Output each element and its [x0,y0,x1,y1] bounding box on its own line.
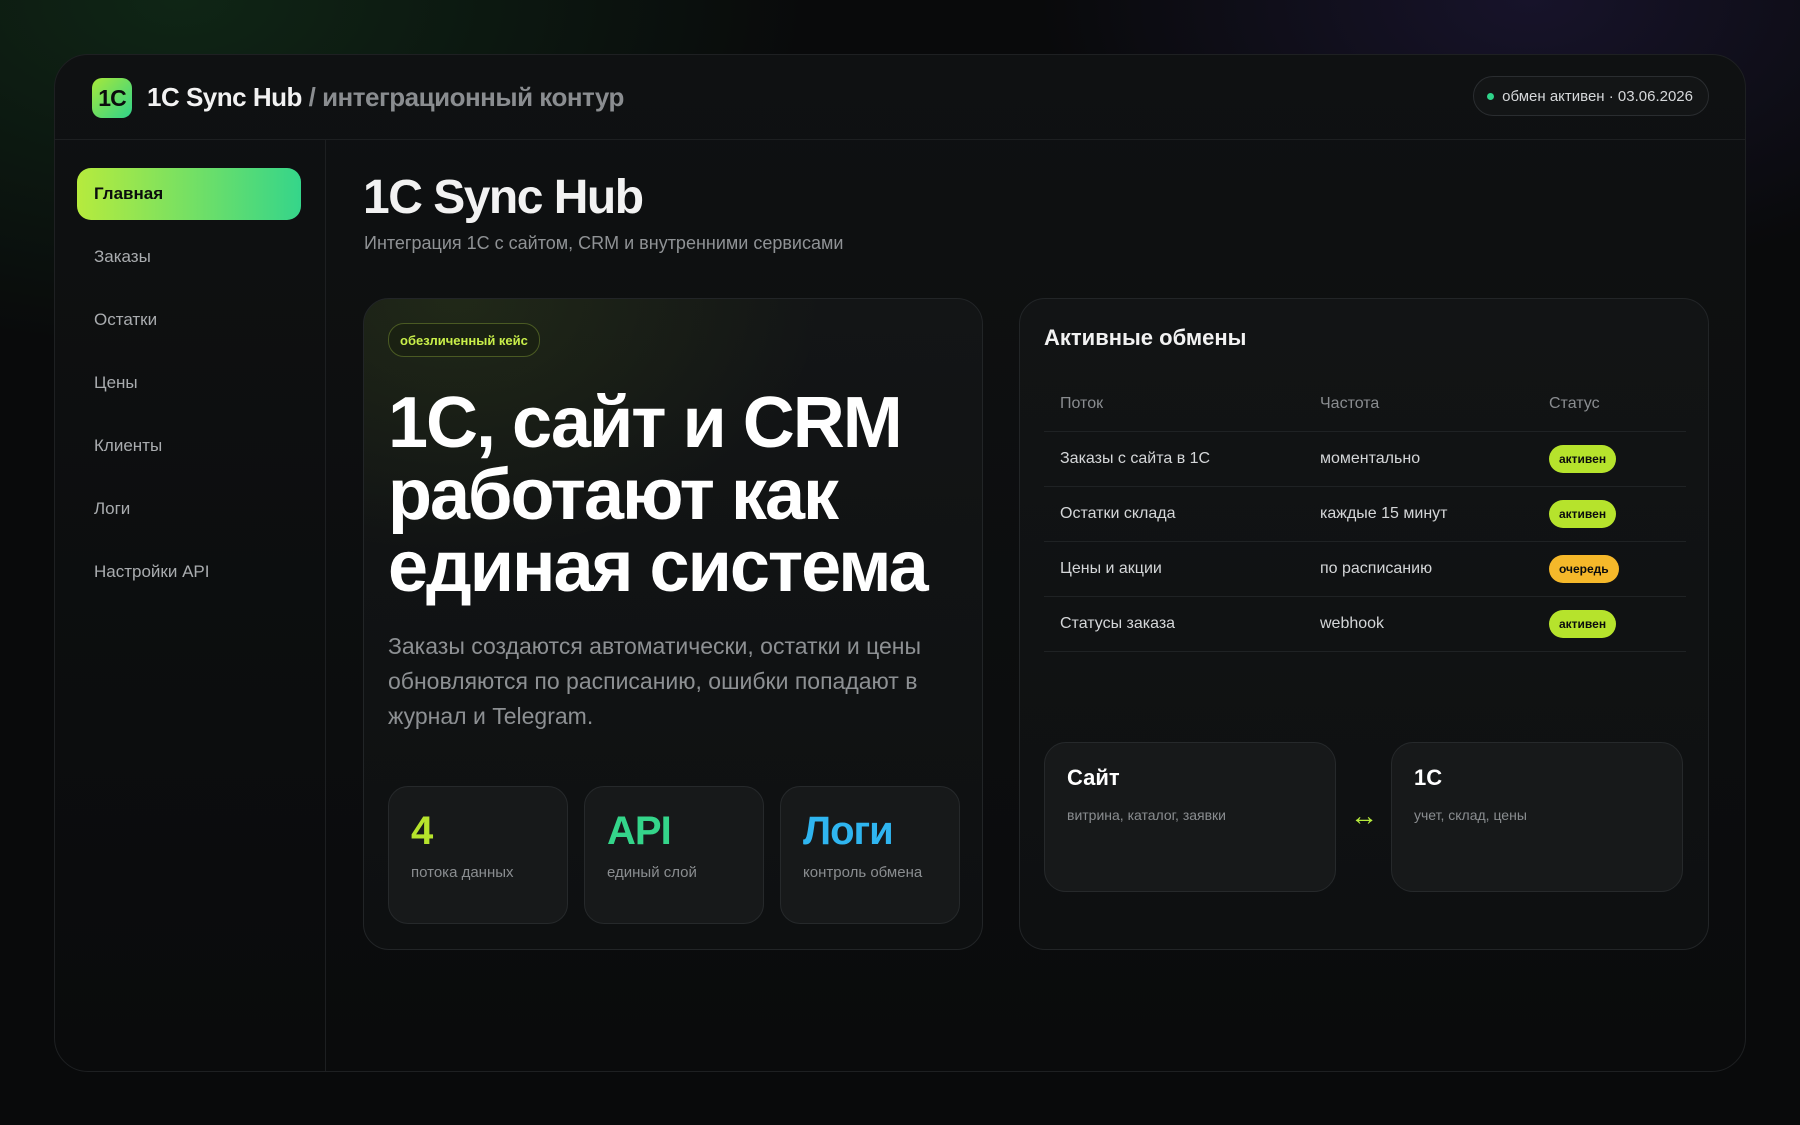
stat-value: Логи [803,809,894,853]
flow-cell: Цены и акции [1060,560,1162,577]
table-row[interactable]: Цены и акции по расписанию очередь [1044,542,1686,597]
sync-arrow-icon: ↔ [1350,800,1378,831]
node-title: Сайт [1067,765,1120,790]
sidebar-item-label: Настройки API [94,562,210,581]
stat-card-logs: Логи контроль обмена [780,786,960,924]
stat-card-flows: 4 потока данных [388,786,568,924]
column-header-status: Статус [1549,395,1600,412]
node-description: витрина, каталог, заявки [1067,807,1226,823]
stat-card-api: API единый слой [584,786,764,924]
app-window: 1C 1C Sync Hub / интеграционный контур о… [54,54,1746,1072]
column-header-flow: Поток [1060,395,1104,412]
status-badge: активен [1549,500,1617,528]
sidebar-item-orders[interactable]: Заказы [77,231,301,283]
status-badge: очередь [1549,555,1619,583]
stat-caption: единый слой [607,864,697,881]
app-title: 1C Sync Hub / интеграционный контур [147,82,624,113]
sidebar-item-api-settings[interactable]: Настройки API [77,546,301,598]
table-row[interactable]: Остатки склада каждые 15 минут активен [1044,487,1686,542]
sidebar-item-label: Цены [94,373,138,392]
node-description: учет, склад, цены [1414,807,1527,823]
stat-value: API [607,809,672,853]
stat-caption: потока данных [411,864,514,881]
page-subtitle: Интеграция 1С с сайтом, CRM и внутренним… [364,233,844,253]
flow-cell: Заказы с сайта в 1С [1060,450,1211,467]
sidebar-item-label: Остатки [94,310,158,329]
status-badge: активен [1549,610,1617,638]
sidebar-item-label: Главная [94,184,164,203]
flow-cell: Статусы заказа [1060,615,1176,632]
exchanges-table: Поток Частота Статус Заказы с сайта в 1С… [1044,377,1686,652]
app-logo: 1C [92,78,132,118]
app-context: интеграционный контур [322,82,624,112]
sidebar: Главная Заказы Остатки Цены Клиенты Логи… [55,140,326,1071]
exchange-status-text: обмен активен · 03.06.2026 [1502,87,1693,105]
hero-card: обезличенный кейс 1С, сайт и CRM работаю… [363,298,983,950]
stat-caption: контроль обмена [803,864,923,881]
table-row[interactable]: Заказы с сайта в 1С моментально активен [1044,432,1686,487]
app-name: 1C Sync Hub [147,82,302,112]
hero-title: 1С, сайт и CRM работают как единая систе… [388,383,929,607]
sidebar-item-label: Логи [94,499,131,518]
sidebar-item-home[interactable]: Главная [77,168,301,220]
sidebar-item-clients[interactable]: Клиенты [77,420,301,472]
status-badge: активен [1549,445,1617,473]
flow-cell: Остатки склада [1060,505,1176,522]
table-row[interactable]: Статусы заказа webhook активен [1044,597,1686,652]
exchange-status-badge: обмен активен · 03.06.2026 [1473,76,1709,116]
stat-value: 4 [411,809,433,853]
frequency-cell: моментально [1320,450,1421,467]
column-header-frequency: Частота [1320,395,1380,412]
sidebar-item-stock[interactable]: Остатки [77,294,301,346]
active-exchanges-panel: Активные обмены Поток Частота Статус Зак… [1019,298,1709,950]
node-1c: 1С учет, склад, цены [1391,742,1683,892]
node-site: Сайт витрина, каталог, заявки [1044,742,1336,892]
case-badge: обезличенный кейс [388,323,540,357]
sidebar-item-label: Клиенты [94,436,163,455]
frequency-cell: каждые 15 минут [1320,505,1448,522]
sidebar-item-label: Заказы [94,247,151,266]
title-separator: / [308,82,316,112]
hero-description: Заказы создаются автоматически, остатки … [388,633,922,729]
top-bar: 1C 1C Sync Hub / интеграционный контур о… [55,55,1745,140]
frequency-cell: по расписанию [1320,560,1433,577]
status-dot-icon [1487,93,1495,100]
table-header-row: Поток Частота Статус [1044,377,1686,432]
sidebar-item-logs[interactable]: Логи [77,483,301,535]
panel-title: Активные обмены [1044,325,1247,350]
sidebar-item-prices[interactable]: Цены [77,357,301,409]
frequency-cell: webhook [1320,615,1385,632]
page-title: 1C Sync Hub [363,171,644,224]
node-title: 1С [1414,765,1443,790]
